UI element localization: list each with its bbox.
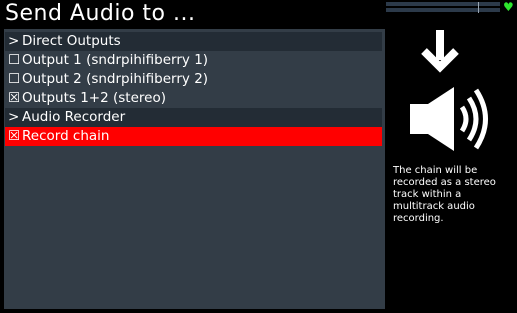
expand-chevron-icon: > <box>8 33 20 49</box>
menu-item-audio-recorder[interactable]: > Audio Recorder <box>5 108 382 127</box>
menu-item-direct-outputs[interactable]: > Direct Outputs <box>5 32 382 51</box>
menu-item-label: Output 1 (sndrpihifiberry 1) <box>22 52 209 68</box>
bottom-border <box>0 309 517 313</box>
menu-item-label: Record chain <box>22 128 110 144</box>
info-description: The chain will be recorded as a stereo t… <box>393 165 496 224</box>
speaker-volume-icon <box>410 30 488 151</box>
info-panel: The chain will be recorded as a stereo t… <box>388 29 514 309</box>
level-meter-left <box>386 2 500 6</box>
meter-peak-marker <box>478 2 479 13</box>
menu-item-label: Output 2 (sndrpihifiberry 2) <box>22 71 209 87</box>
menu-item-record-chain[interactable]: ☒ Record chain <box>5 127 382 146</box>
heart-icon: ♥ <box>503 0 514 14</box>
title-bar: Send Audio to ... ♥ <box>0 0 517 29</box>
menu-item-output-2[interactable]: ☐ Output 2 (sndrpihifiberry 2) <box>5 70 382 89</box>
menu-item-label: Direct Outputs <box>22 33 121 49</box>
checkbox-checked-icon: ☒ <box>8 128 21 144</box>
expand-chevron-icon: > <box>8 109 20 125</box>
arrow-down-icon <box>421 30 459 73</box>
checkbox-unchecked-icon: ☐ <box>8 52 21 68</box>
menu-item-label: Audio Recorder <box>22 109 126 125</box>
checkbox-checked-icon: ☒ <box>8 90 21 106</box>
menu-item-outputs-stereo[interactable]: ☒ Outputs 1+2 (stereo) <box>5 89 382 108</box>
menu-item-output-1[interactable]: ☐ Output 1 (sndrpihifiberry 1) <box>5 51 382 70</box>
send-audio-window: Send Audio to ... ♥ > Direct Outputs ☐ Out… <box>0 0 517 313</box>
checkbox-unchecked-icon: ☐ <box>8 71 21 87</box>
audio-level-meters <box>386 2 500 13</box>
level-meter-right <box>386 8 500 12</box>
page-title: Send Audio to ... <box>5 1 196 26</box>
menu-item-label: Outputs 1+2 (stereo) <box>22 90 166 106</box>
speaker-icon <box>410 87 488 151</box>
menu-list: > Direct Outputs ☐ Output 1 (sndrpihifiber… <box>4 29 385 309</box>
